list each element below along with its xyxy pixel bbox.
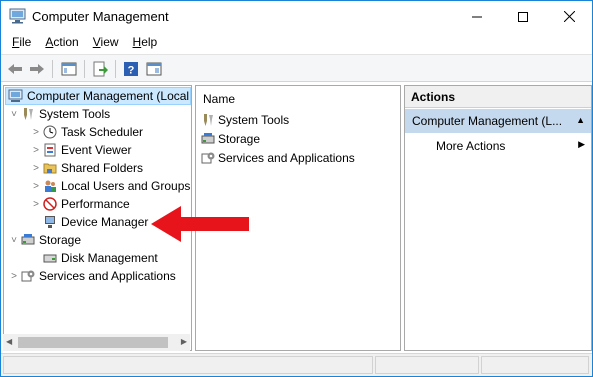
list-item-system-tools[interactable]: System Tools xyxy=(200,111,289,129)
more-actions-link[interactable]: More Actions xyxy=(436,139,505,153)
annotation-arrow-icon xyxy=(151,206,249,242)
clock-icon xyxy=(42,124,58,140)
menu-bar: File Action View Help xyxy=(1,32,592,52)
event-viewer-icon xyxy=(42,142,58,158)
tree-item-local-users-and-groups[interactable]: > Local Users and Groups xyxy=(30,177,190,195)
tree-item-shared-folders[interactable]: > Shared Folders xyxy=(30,159,143,177)
tree-item-storage[interactable]: ˅ Storage xyxy=(8,231,81,249)
disk-management-icon xyxy=(42,250,58,266)
storage-icon xyxy=(20,232,36,248)
device-manager-icon xyxy=(42,214,58,230)
status-cell xyxy=(481,356,589,374)
services-icon xyxy=(200,150,216,166)
computer-management-app-icon xyxy=(9,8,27,24)
list-item-services-and-applications[interactable]: Services and Applications xyxy=(200,149,355,167)
actions-pane: Actions Computer Management (L... ▲ More… xyxy=(404,85,592,351)
tree-item-device-manager[interactable]: Device Manager xyxy=(30,213,148,231)
status-cell xyxy=(3,356,373,374)
forward-icon[interactable] xyxy=(27,59,47,79)
menu-view[interactable]: View xyxy=(86,35,126,49)
back-icon[interactable] xyxy=(5,59,25,79)
maximize-button[interactable] xyxy=(500,1,546,32)
status-cell xyxy=(375,356,479,374)
tree-item-disk-management[interactable]: Disk Management xyxy=(30,249,158,267)
console-tree-horizontal-scrollbar[interactable]: ◀ ▶ xyxy=(3,334,190,351)
performance-icon xyxy=(42,196,58,212)
close-button[interactable] xyxy=(546,1,592,32)
help-icon[interactable]: ? xyxy=(121,59,141,79)
tree-item-system-tools[interactable]: ˅ System Tools xyxy=(8,105,110,123)
actions-header: Actions xyxy=(405,86,591,108)
menu-action[interactable]: Action xyxy=(38,35,85,49)
minimize-button[interactable] xyxy=(454,1,500,32)
tree-item-task-scheduler[interactable]: > Task Scheduler xyxy=(30,123,143,141)
menu-help[interactable]: Help xyxy=(126,35,165,49)
storage-icon xyxy=(200,131,216,147)
actions-section-computer-management[interactable]: Computer Management (L... ▲ xyxy=(405,109,591,133)
computer-management-icon xyxy=(8,88,24,104)
tree-label: Computer Management (Local xyxy=(27,89,190,103)
export-list-icon[interactable] xyxy=(90,59,110,79)
chevron-right-icon[interactable]: > xyxy=(8,271,20,282)
submenu-arrow-icon: ▶ xyxy=(578,139,585,149)
tree-root-computer-management[interactable]: Computer Management (Local xyxy=(5,87,191,105)
services-icon xyxy=(20,268,36,284)
menu-file[interactable]: File xyxy=(5,35,38,49)
scrollbar-thumb[interactable] xyxy=(18,337,168,348)
scroll-left-icon[interactable]: ◀ xyxy=(6,337,12,346)
chevron-right-icon[interactable]: > xyxy=(30,145,42,156)
status-bar xyxy=(1,353,592,376)
window-title: Computer Management xyxy=(32,9,169,24)
title-bar: Computer Management xyxy=(1,1,592,32)
chevron-right-icon[interactable]: > xyxy=(30,181,42,192)
users-icon xyxy=(42,178,58,194)
system-tools-icon xyxy=(20,106,36,122)
tree-item-performance[interactable]: > Performance xyxy=(30,195,130,213)
computer-management-window: Computer Management File Action View Hel… xyxy=(0,0,593,377)
collapse-section-icon[interactable]: ▲ xyxy=(576,115,585,125)
shared-folder-icon xyxy=(42,160,58,176)
toolbar-separator xyxy=(115,60,116,78)
toolbar-separator xyxy=(84,60,85,78)
system-tools-icon xyxy=(200,112,216,128)
show-hide-action-pane-icon[interactable] xyxy=(144,59,164,79)
svg-text:?: ? xyxy=(128,65,135,77)
chevron-right-icon[interactable]: > xyxy=(30,163,42,174)
chevron-down-icon[interactable]: ˅ xyxy=(8,109,20,120)
chevron-down-icon[interactable]: ˅ xyxy=(8,235,20,246)
scroll-right-icon[interactable]: ▶ xyxy=(181,337,187,346)
chevron-right-icon[interactable]: > xyxy=(30,199,42,210)
toolbar: ? xyxy=(1,54,592,82)
show-hide-console-tree-icon[interactable] xyxy=(59,59,79,79)
toolbar-separator xyxy=(52,60,53,78)
tree-item-services-and-applications[interactable]: > Services and Applications xyxy=(8,267,176,285)
name-column-header[interactable]: Name xyxy=(203,92,235,106)
chevron-right-icon[interactable]: > xyxy=(30,127,42,138)
tree-item-event-viewer[interactable]: > Event Viewer xyxy=(30,141,131,159)
list-item-storage[interactable]: Storage xyxy=(200,130,260,148)
